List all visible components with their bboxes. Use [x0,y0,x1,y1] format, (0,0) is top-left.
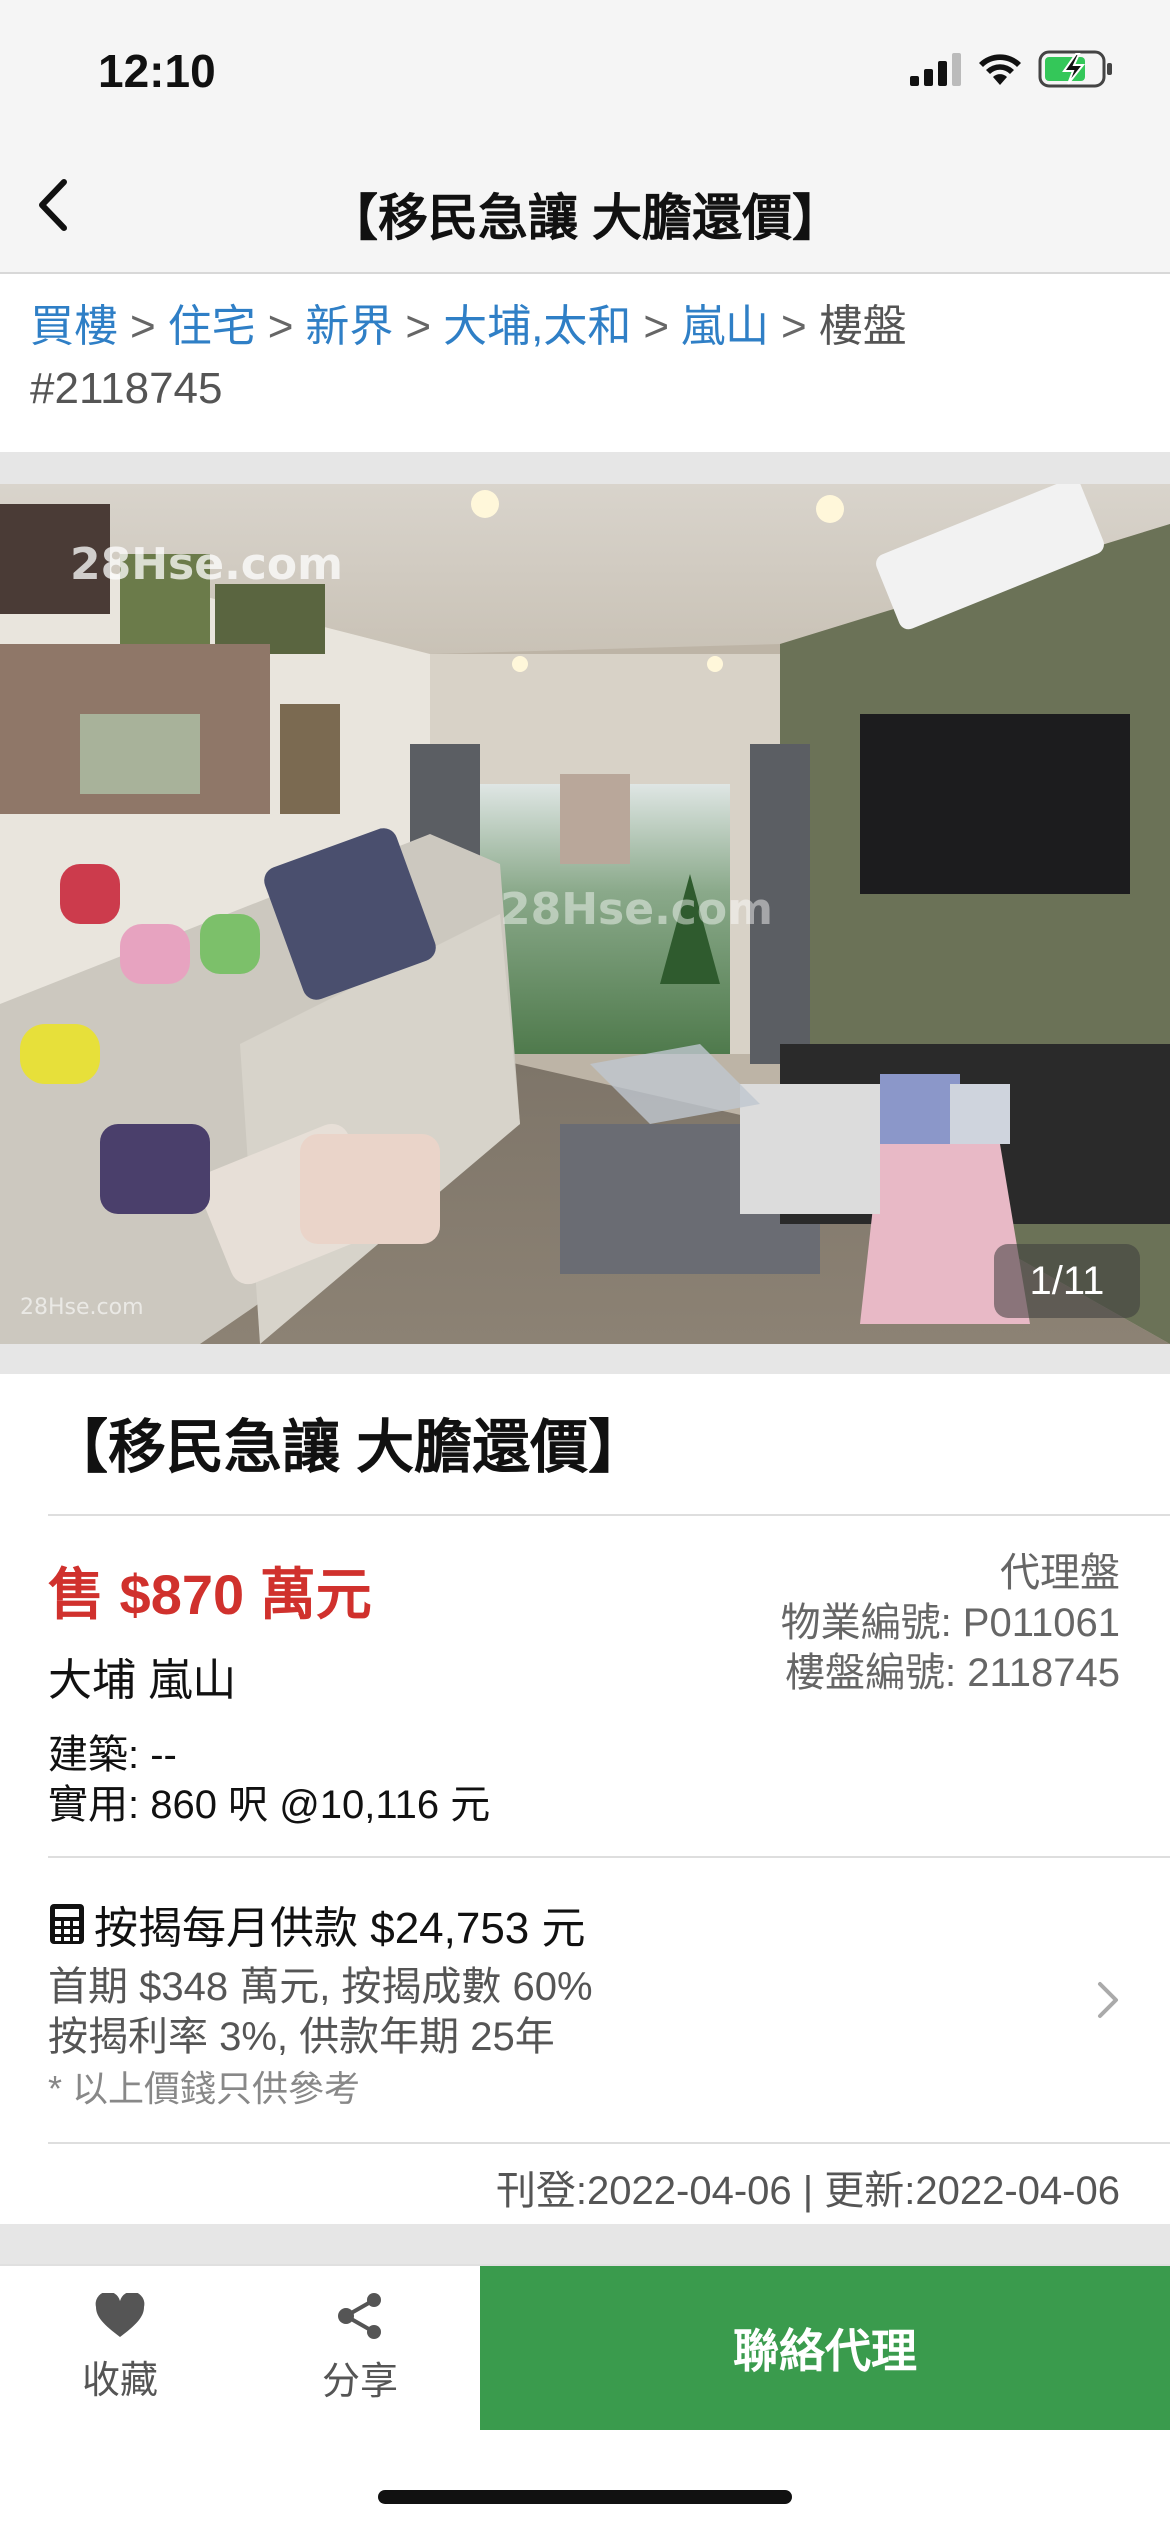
listing-dates: 刊登:2022-04-06 | 更新:2022-04-06 [495,2169,1120,2213]
page-title: 【移民急讓 大膽還價】 [328,190,842,246]
breadcrumb-separator: > [781,302,807,351]
listing-title: 【移民急讓 大膽還價】 [50,1415,647,1480]
breadcrumb: 買樓 > 住宅 > 新界 > 大埔,太和 > 嵐山 > 樓盤 #2118745 [30,296,1130,420]
breadcrumb-listing-id: #2118745 [30,364,223,413]
battery-charging-icon [1038,50,1112,88]
divider [48,1856,1170,1858]
photo-counter: 1/11 [994,1244,1140,1318]
breadcrumb-tai-po[interactable]: 大埔,太和 [443,302,631,351]
contact-agent-button[interactable]: 聯絡代理 [480,2266,1170,2430]
chevron-right-icon [1098,1982,1118,2018]
listing-price: 售 $870 萬元 [48,1563,372,1626]
watermark-text: 28Hse.com [500,884,773,935]
living-room-photo: 28Hse.com 28Hse.com 28Hse.com [0,484,1170,1344]
divider [48,1514,1170,1516]
wifi-icon [979,54,1021,85]
listing-district: 大埔 嵐山 [48,1656,237,1705]
saleable-area: 實用: 860 呎 @10,116 元 [48,1783,491,1827]
share-icon [338,2292,381,2339]
breadcrumb-residential[interactable]: 住宅 [168,302,256,351]
breadcrumb-buy[interactable]: 買樓 [30,302,118,351]
share-label: 分享 [321,2360,398,2403]
share-button[interactable]: 分享 [240,2266,480,2430]
status-bar: 12:10 [0,0,1170,140]
section-divider [0,2224,1170,2264]
mortgage-rate-term: 按揭利率 3%, 供款年期 25年 [48,2015,555,2059]
cellular-signal-icon [910,53,961,86]
breadcrumb-separator: > [267,302,294,351]
property-number: 物業編號: P011061 [780,1601,1120,1645]
watermark-text: 28Hse.com [20,1295,144,1320]
breadcrumb-separator: > [643,302,670,351]
agent-listing-badge: 代理盤 [1000,1551,1120,1595]
breadcrumb-separator: > [130,302,156,351]
mortgage-calculator-row[interactable]: 按揭每月供款 $24,753 元 首期 $348 萬元, 按揭成數 60% 按揭… [48,1860,1170,2140]
watermark-text: 28Hse.com [70,539,343,590]
breadcrumb-estate[interactable]: 嵐山 [681,302,769,351]
status-icons [910,50,1114,88]
nav-bar: 【移民急讓 大膽還價】 [0,140,1170,274]
section-divider [0,452,1170,484]
section-divider [0,1344,1170,1374]
favorite-button[interactable]: 收藏 [0,2266,240,2430]
breadcrumb-new-territories[interactable]: 新界 [305,302,393,351]
favorite-label: 收藏 [81,2359,158,2402]
calculator-icon [50,1904,84,1944]
listing-number: 樓盤編號: 2118745 [785,1651,1120,1695]
bottom-action-bar: 收藏 分享 聯絡代理 [0,2264,1170,2430]
mortgage-disclaimer: * 以上價錢只供參考 [48,2068,361,2109]
mortgage-monthly-payment: 按揭每月供款 $24,753 元 [94,1904,586,1953]
breadcrumb-separator: > [405,302,432,351]
mortgage-headline-row: 按揭每月供款 $24,753 元 [48,1892,586,1956]
property-photo[interactable]: 28Hse.com 28Hse.com 28Hse.com [0,484,1170,1344]
breadcrumb-current: 樓盤 [818,302,907,351]
divider [48,2142,1170,2144]
home-indicator [378,2490,792,2504]
heart-icon [95,2292,145,2337]
listing-meta: 代理盤 物業編號: P011061 樓盤編號: 2118745 [781,1548,1120,1698]
status-time: 12:10 [98,45,216,97]
